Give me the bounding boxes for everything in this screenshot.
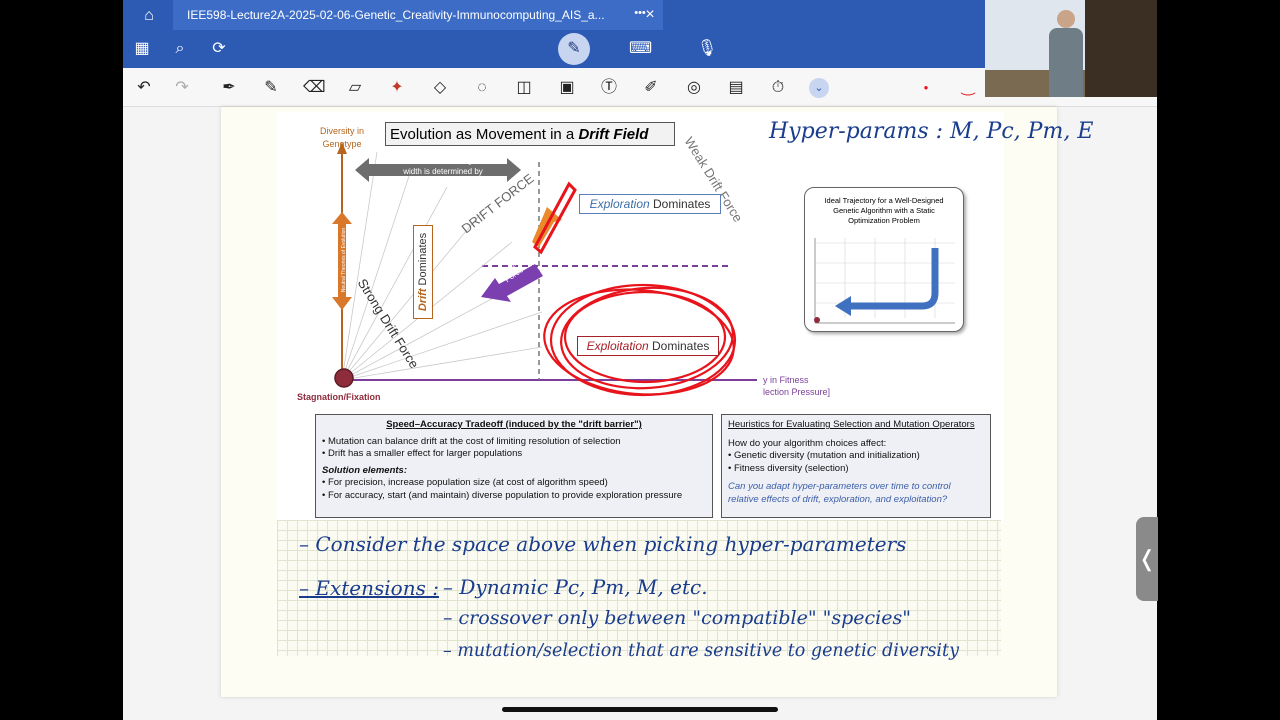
handwritten-ext-1: – Dynamic Pc, Pm, M, etc.	[443, 575, 708, 599]
timer-icon[interactable]: ⏱	[767, 78, 789, 98]
microphone-icon[interactable]: 🎙	[696, 39, 718, 59]
lasso-icon[interactable]: ◌	[471, 78, 493, 98]
neutral-theory-label: Neutral Theories of Evolution	[341, 227, 347, 293]
text-icon[interactable]: Ⓣ	[598, 78, 620, 98]
search-icon[interactable]: ⌕	[169, 39, 191, 59]
tab-title: IEE598-Lecture2A-2025-02-06-Genetic_Crea…	[187, 8, 605, 22]
trajectory-arrow	[850, 248, 939, 310]
slide-title: Evolution as Movement in a	[390, 126, 579, 143]
sidebar-handle[interactable]: ❬	[1136, 517, 1158, 601]
region-note: drift-dominance region width is determin…	[403, 156, 483, 187]
handwritten-ext-2: – crossover only between "compatible" "s…	[443, 607, 911, 629]
image-icon[interactable]: ▣	[556, 78, 578, 98]
pencil-icon[interactable]: ✎	[260, 78, 282, 98]
home-indicator[interactable]	[502, 707, 778, 712]
stagnation-label: Stagnation/Fixation	[297, 392, 381, 402]
color-dot-icon[interactable]: ●	[915, 78, 937, 98]
slide-title-box: Evolution as Movement in a Drift Field	[385, 122, 675, 146]
handwritten-extensions: – Extensions :	[299, 576, 439, 600]
exploitation-label: Exploitation Dominates	[577, 336, 719, 356]
y-axis-label: Diversity in Genotype	[319, 126, 364, 149]
highlighter-icon[interactable]: ▱	[344, 78, 366, 98]
chevron-down-icon[interactable]: ⌄	[809, 78, 829, 98]
speed-accuracy-box: Speed–Accuracy Tradeoff (induced by the …	[315, 414, 713, 518]
sync-icon[interactable]: ⟳	[208, 39, 230, 59]
undo-icon[interactable]: ↶	[133, 78, 155, 98]
eraser-icon[interactable]: ⌫	[303, 78, 326, 98]
exploration-label: Exploration Dominates	[579, 194, 721, 214]
pen-mode-button[interactable]: ✎	[558, 33, 590, 65]
stagnation-ball	[334, 368, 354, 388]
scan-icon[interactable]: ▤	[725, 78, 747, 98]
sticker-icon[interactable]: ◫	[513, 78, 535, 98]
presenter-video[interactable]	[985, 0, 1157, 97]
keyboard-icon[interactable]: ⌨	[629, 39, 652, 59]
trajectory-plot	[814, 238, 955, 324]
home-icon[interactable]: ⌂	[139, 6, 159, 26]
drift-dominates-label: Drift Dominates	[413, 225, 433, 319]
ruler-icon[interactable]: ✐	[640, 78, 662, 98]
redo-icon[interactable]: ↷	[171, 78, 193, 98]
laser-pointer-icon[interactable]: ✦	[386, 78, 408, 98]
x-axis-label: y in Fitness lection Pressure]	[763, 375, 831, 397]
handwritten-hyperparams: Hyper-params : M, Pc, Pm, E	[769, 119, 1094, 144]
lecture-slide: Evolution as Movement in a Drift Field D…	[277, 112, 1004, 524]
camera-icon[interactable]: ◎	[683, 78, 705, 98]
handwritten-line-1: – Consider the space above when picking …	[299, 532, 907, 556]
presenter-head	[1057, 10, 1075, 28]
video-background	[1085, 0, 1157, 97]
pen-icon[interactable]: ✒	[218, 78, 240, 98]
stroke-style-icon[interactable]: ‿	[957, 78, 979, 98]
slide-title-emph: Drift Field	[578, 126, 649, 143]
grid-icon[interactable]: ▦	[131, 39, 153, 59]
notes-app: ⌂ IEE598-Lecture2A-2025-02-06-Genetic_Cr…	[123, 0, 1157, 720]
ideal-trajectory-inset: Ideal Trajectory for a Well-Designed Gen…	[804, 187, 964, 332]
shapes-icon[interactable]: ◇	[429, 78, 451, 98]
tab-document[interactable]: IEE598-Lecture2A-2025-02-06-Genetic_Crea…	[173, 0, 663, 30]
presenter-body	[1049, 28, 1083, 97]
handwritten-ext-3: – mutation/selection that are sensitive …	[443, 641, 959, 661]
heuristics-box: Heuristics for Evaluating Selection and …	[721, 414, 991, 518]
tab-close-icon[interactable]: ×	[641, 5, 659, 25]
notebook-page[interactable]: Evolution as Movement in a Drift Field D…	[221, 107, 1093, 697]
